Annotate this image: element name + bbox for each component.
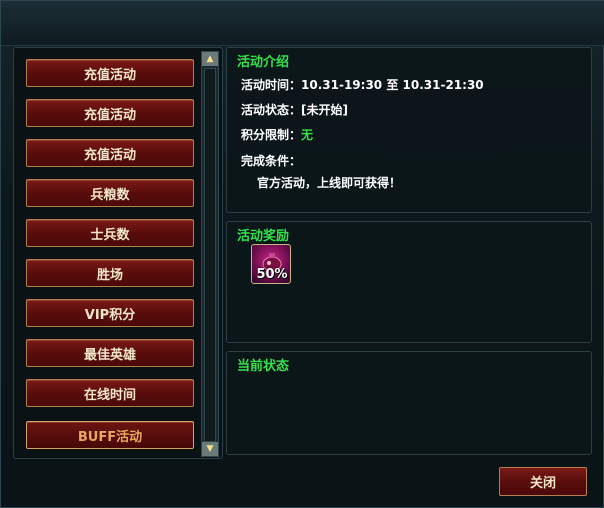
menu-item-recharge-1[interactable]: 充值活动: [26, 59, 194, 87]
event-status-value: [未开始]: [301, 103, 348, 117]
condition-label: 完成条件：: [241, 154, 302, 168]
menu-item-best-hero[interactable]: 最佳英雄: [26, 339, 194, 367]
event-time-value: 10.31-19:30 至 10.31-21:30: [301, 78, 484, 92]
window-header: [1, 1, 604, 46]
close-button[interactable]: 关闭: [499, 467, 587, 496]
menu-item-recharge-3[interactable]: 充值活动: [26, 139, 194, 167]
reward-percent: 50%: [256, 267, 288, 282]
points-limit-label: 积分限制：: [241, 128, 302, 142]
menu-item-buff-event[interactable]: BUFF活动: [26, 421, 194, 449]
menu-item-online-time[interactable]: 在线时间: [26, 379, 194, 407]
menu-item-soldiers[interactable]: 士兵数: [26, 219, 194, 247]
section-title-intro: 活动介绍: [237, 55, 290, 70]
menu-item-vip-points[interactable]: VIP积分: [26, 299, 194, 327]
event-time-label: 活动时间：: [241, 78, 302, 92]
section-title-reward: 活动奖励: [237, 229, 290, 244]
section-title-current: 当前状态: [237, 359, 290, 374]
arrow-down-icon[interactable]: ▼: [202, 442, 218, 456]
buff-potion-icon[interactable]: 50%: [251, 244, 291, 284]
event-window: 充值活动 充值活动 充值活动 兵粮数 士兵数 胜场 VIP积分 最佳英雄 在线时…: [0, 0, 604, 508]
condition-value: 官方活动，上线即可获得！: [257, 176, 402, 190]
event-status-label: 活动状态：: [241, 103, 302, 117]
points-limit-row: 积分限制：无: [241, 126, 313, 143]
event-intro-section: 活动介绍 活动时间：10.31-19:30 至 10.31-21:30 活动状态…: [226, 47, 592, 213]
menu-item-wins[interactable]: 胜场: [26, 259, 194, 287]
event-reward-section: 活动奖励 50%: [226, 221, 592, 343]
scroll-track[interactable]: [204, 68, 216, 442]
menu-scrollbar[interactable]: ▲ ▼: [201, 51, 219, 457]
arrow-up-icon[interactable]: ▲: [202, 52, 218, 66]
menu-item-provisions[interactable]: 兵粮数: [26, 179, 194, 207]
event-status-row: 活动状态：[未开始]: [241, 101, 348, 118]
event-time-row: 活动时间：10.31-19:30 至 10.31-21:30: [241, 76, 484, 93]
current-status-section: 当前状态: [226, 351, 592, 455]
menu-item-recharge-2[interactable]: 充值活动: [26, 99, 194, 127]
points-limit-value: 无: [301, 128, 314, 142]
